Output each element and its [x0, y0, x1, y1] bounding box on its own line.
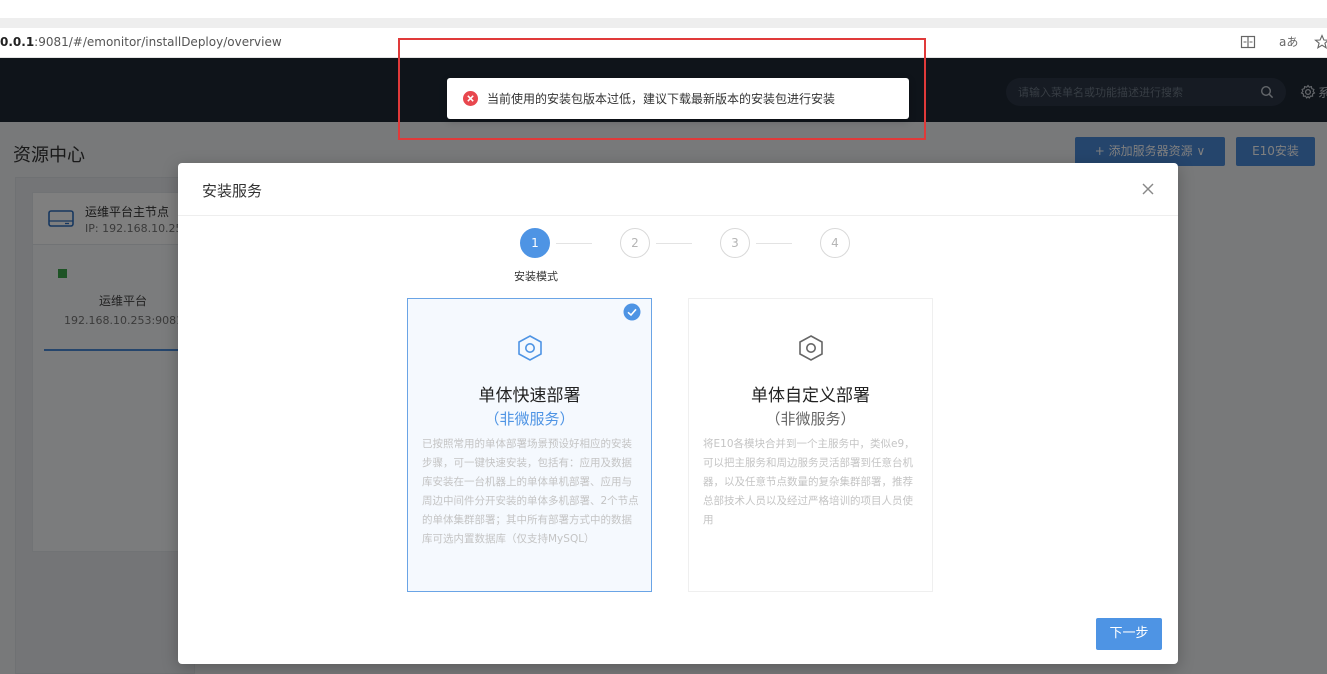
- install-service-modal: 安装服务 1 2 3 4 安装模式 单体快速部署 （非微服务） 已按照常用的单体…: [178, 163, 1178, 664]
- custom-deploy-card[interactable]: 单体自定义部署 （非微服务） 将E10各模块合并到一个主服务中，类似e9，可以把…: [688, 298, 933, 592]
- install-steps: 1 2 3 4 安装模式: [178, 216, 1178, 296]
- step-connector: [556, 243, 592, 244]
- read-aloud-icon[interactable]: aあ: [1279, 34, 1298, 50]
- url-text[interactable]: 0.0.1:9081/#/emonitor/installDeploy/over…: [0, 35, 282, 49]
- card-description: 已按照常用的单体部署场景预设好相应的安装步骤，可一键快速安装，包括有：应用及数据…: [422, 438, 639, 545]
- step-4[interactable]: 4: [820, 228, 850, 258]
- card-title: 单体自定义部署: [751, 386, 870, 406]
- card-subtitle: （非微服务）: [484, 410, 575, 428]
- browser-top-bar: [0, 0, 1327, 18]
- step-1-label: 安装模式: [514, 270, 558, 283]
- card-subtitle: （非微服务）: [765, 410, 856, 428]
- close-icon[interactable]: [1141, 181, 1155, 195]
- highlight-box: [398, 38, 926, 140]
- quick-deploy-card[interactable]: 单体快速部署 （非微服务） 已按照常用的单体部署场景预设好相应的安装步骤，可一键…: [407, 298, 652, 592]
- card-description: 将E10各模块合并到一个主服务中，类似e9，可以把主服务和周边服务灵活部署到任意…: [703, 438, 915, 526]
- step-3[interactable]: 3: [720, 228, 750, 258]
- check-icon: [623, 303, 641, 321]
- step-1[interactable]: 1: [520, 228, 550, 258]
- favorite-star-icon[interactable]: [1314, 34, 1327, 54]
- hexagon-nut-icon: [517, 334, 543, 362]
- browser-tab-strip: [0, 18, 1327, 28]
- modal-title: 安装服务: [202, 182, 263, 200]
- next-step-button[interactable]: 下一步: [1096, 618, 1162, 650]
- hexagon-nut-icon: [798, 334, 824, 362]
- modal-header: 安装服务: [178, 163, 1178, 216]
- reading-mode-icon[interactable]: [1240, 34, 1256, 54]
- step-2[interactable]: 2: [620, 228, 650, 258]
- step-connector: [756, 243, 792, 244]
- step-connector: [656, 243, 692, 244]
- card-title: 单体快速部署: [478, 386, 581, 406]
